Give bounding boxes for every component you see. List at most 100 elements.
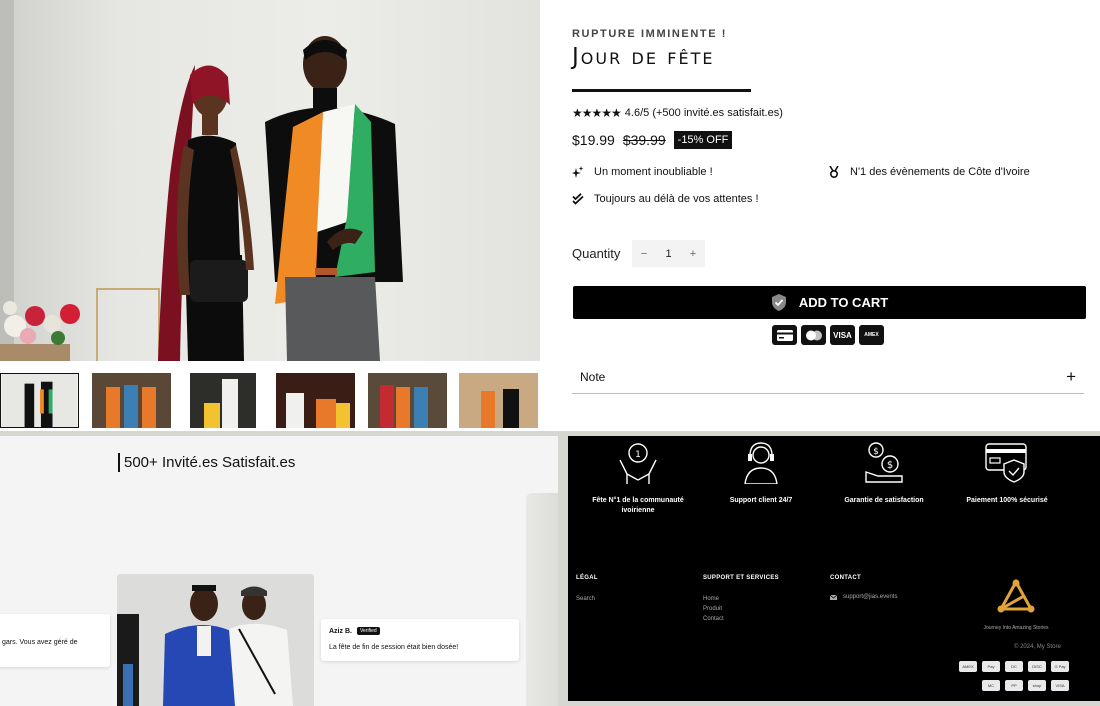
testimonial-text: La fête de fin de session était bien dos… — [329, 644, 459, 651]
footer: 1 Fête N°1 de la communauté ivoirienne S… — [568, 436, 1100, 701]
shield-check-icon — [771, 294, 786, 311]
add-to-cart-button[interactable]: ADD TO CART — [573, 286, 1086, 319]
card-icon — [772, 325, 797, 345]
brand-logo-icon[interactable] — [996, 578, 1036, 614]
man-figure-image — [265, 36, 403, 361]
paypal-icon: PP — [1005, 680, 1023, 691]
original-price: $39.99 — [622, 132, 666, 148]
quantity-stepper: − 1 + — [632, 240, 705, 267]
perk-text: N'1 des évènements de Côte d'Ivoire — [850, 166, 1030, 178]
thumbnail-6[interactable] — [459, 373, 538, 428]
copyright-text: © 2024, My Store — [1014, 644, 1061, 650]
payment-icons: VISA AMEX — [772, 325, 884, 345]
plus-icon: + — [1066, 367, 1076, 386]
svg-text:1: 1 — [635, 450, 641, 460]
price-row: $19.99 $39.99 -15% OFF — [572, 131, 733, 149]
money-guarantee-icon: $ $ — [865, 442, 903, 483]
quantity-input[interactable]: 1 — [656, 240, 681, 267]
footer-contact-column: CONTACT support@jias.events — [830, 575, 897, 600]
testimonial-text: gars. Vous avez géré de — [2, 639, 78, 646]
thumbnail-3[interactable] — [190, 373, 256, 428]
feature-label: Fête N°1 de la communauté ivoirienne — [592, 497, 684, 515]
footer-column-title: SUPPORT ET SERVICES — [703, 575, 779, 581]
feature-support: Support client 24/7 — [701, 440, 821, 506]
quantity-decrease-button[interactable]: − — [632, 240, 656, 267]
brand-tagline: Journey Into Amazing Stories — [983, 625, 1049, 631]
mail-icon — [830, 594, 837, 600]
product-title: Jour de fête — [572, 44, 715, 70]
perk-text: Toujours au délà de vos attentes ! — [594, 193, 759, 205]
quantity-label: Quantity — [572, 246, 621, 261]
footer-payment-row: AMEX Pay DC DISC G Pay — [959, 661, 1069, 672]
quantity-increase-button[interactable]: + — [681, 240, 705, 267]
verified-badge: Verified — [356, 627, 380, 635]
discount-badge: -15% OFF — [673, 131, 733, 149]
page: RUPTURE IMMINENTE ! Jour de fête ★★★★★ 4… — [0, 0, 1100, 706]
testimonial-card: Aziz B. Verified La fête de fin de sessi… — [321, 619, 519, 661]
feature-secure-payment: Paiement 100% sécurisé — [947, 440, 1067, 506]
feature-label: Garantie de satisfaction — [844, 497, 924, 504]
amex-icon: AMEX — [959, 661, 977, 672]
stock-alert-label: RUPTURE IMMINENTE ! — [572, 28, 728, 40]
visa-icon: VISA — [1051, 680, 1069, 691]
current-price: $19.99 — [572, 132, 615, 148]
note-label: Note — [580, 369, 606, 384]
headset-support-icon — [744, 442, 778, 484]
google-pay-icon: G Pay — [1051, 661, 1069, 672]
apple-pay-icon: Pay — [982, 661, 1000, 672]
mastercard-icon: MC — [982, 680, 1000, 691]
testimonials-heading: 500+ Invité.es Satisfait.es — [118, 453, 295, 472]
two-men-image — [117, 574, 314, 706]
visa-icon: VISA — [830, 325, 855, 345]
shop-pay-icon: shop — [1028, 680, 1046, 691]
medal-icon — [829, 166, 839, 178]
footer-link-produit[interactable]: Produit — [703, 604, 779, 614]
footer-link-contact[interactable]: Contact — [703, 614, 779, 624]
footer-legal-column: LÉGAL Search — [576, 575, 598, 604]
perk-text: Un moment inoubliable ! — [594, 166, 713, 178]
testimonials-section: 500+ Invité.es Satisfait.es gars. Vous a… — [0, 436, 558, 706]
thumbnail-4[interactable] — [276, 373, 355, 428]
testimonial-photo — [117, 574, 314, 706]
diners-icon: DC — [1005, 661, 1023, 672]
footer-link-search[interactable]: Search — [576, 594, 598, 604]
feature-community: 1 Fête N°1 de la communauté ivoirienne — [578, 440, 698, 516]
title-divider — [572, 89, 751, 92]
sparkle-icon — [572, 166, 584, 178]
product-main-image[interactable] — [0, 0, 540, 361]
perk-item: Toujours au délà de vos attentes ! — [572, 193, 759, 205]
thumbnail-strip — [0, 361, 540, 431]
star-rating-icon: ★★★★★ — [572, 106, 622, 120]
reviewer-row: Aziz B. Verified — [329, 627, 511, 635]
footer-support-column: SUPPORT ET SERVICES Home Produit Contact — [703, 575, 779, 625]
discover-icon: DISC — [1028, 661, 1046, 672]
thumbnail-5[interactable] — [368, 373, 447, 428]
double-check-icon — [572, 193, 584, 205]
heading-bar — [118, 453, 120, 472]
svg-text:$: $ — [887, 460, 893, 471]
feature-label: Paiement 100% sécurisé — [966, 497, 1048, 504]
rating-text: 4.6/5 (+500 invité.es satisfait.es) — [624, 107, 783, 119]
trophy-hands-icon: 1 — [619, 443, 657, 484]
thumbnail-2[interactable] — [92, 373, 171, 428]
testimonial-card: gars. Vous avez géré de — [0, 614, 110, 667]
flower-bouquet-image — [0, 301, 80, 361]
amex-icon: AMEX — [859, 325, 884, 345]
contact-email: support@jias.events — [843, 594, 898, 600]
footer-link-home[interactable]: Home — [703, 594, 779, 604]
testimonials-title: 500+ Invité.es Satisfait.es — [124, 454, 296, 471]
perk-item: N'1 des évènements de Côte d'Ivoire — [828, 166, 1030, 178]
contact-email-row[interactable]: support@jias.events — [830, 594, 897, 600]
perk-item: Un moment inoubliable ! — [572, 166, 713, 178]
svg-text:$: $ — [873, 447, 879, 457]
next-testimonial-photo — [526, 493, 558, 706]
thumbnail-1[interactable] — [0, 373, 79, 428]
product-info-panel: RUPTURE IMMINENTE ! Jour de fête ★★★★★ 4… — [540, 0, 1100, 431]
add-to-cart-label: ADD TO CART — [798, 295, 889, 310]
mastercard-icon — [801, 325, 826, 345]
feature-guarantee: $ $ Garantie de satisfaction — [824, 440, 944, 506]
note-accordion[interactable]: Note + — [572, 360, 1084, 394]
footer-payment-row: MC PP shop VISA — [982, 680, 1069, 691]
reviewer-name: Aziz B. — [329, 627, 352, 635]
rating-row: ★★★★★ 4.6/5 (+500 invité.es satisfait.es… — [572, 106, 783, 120]
